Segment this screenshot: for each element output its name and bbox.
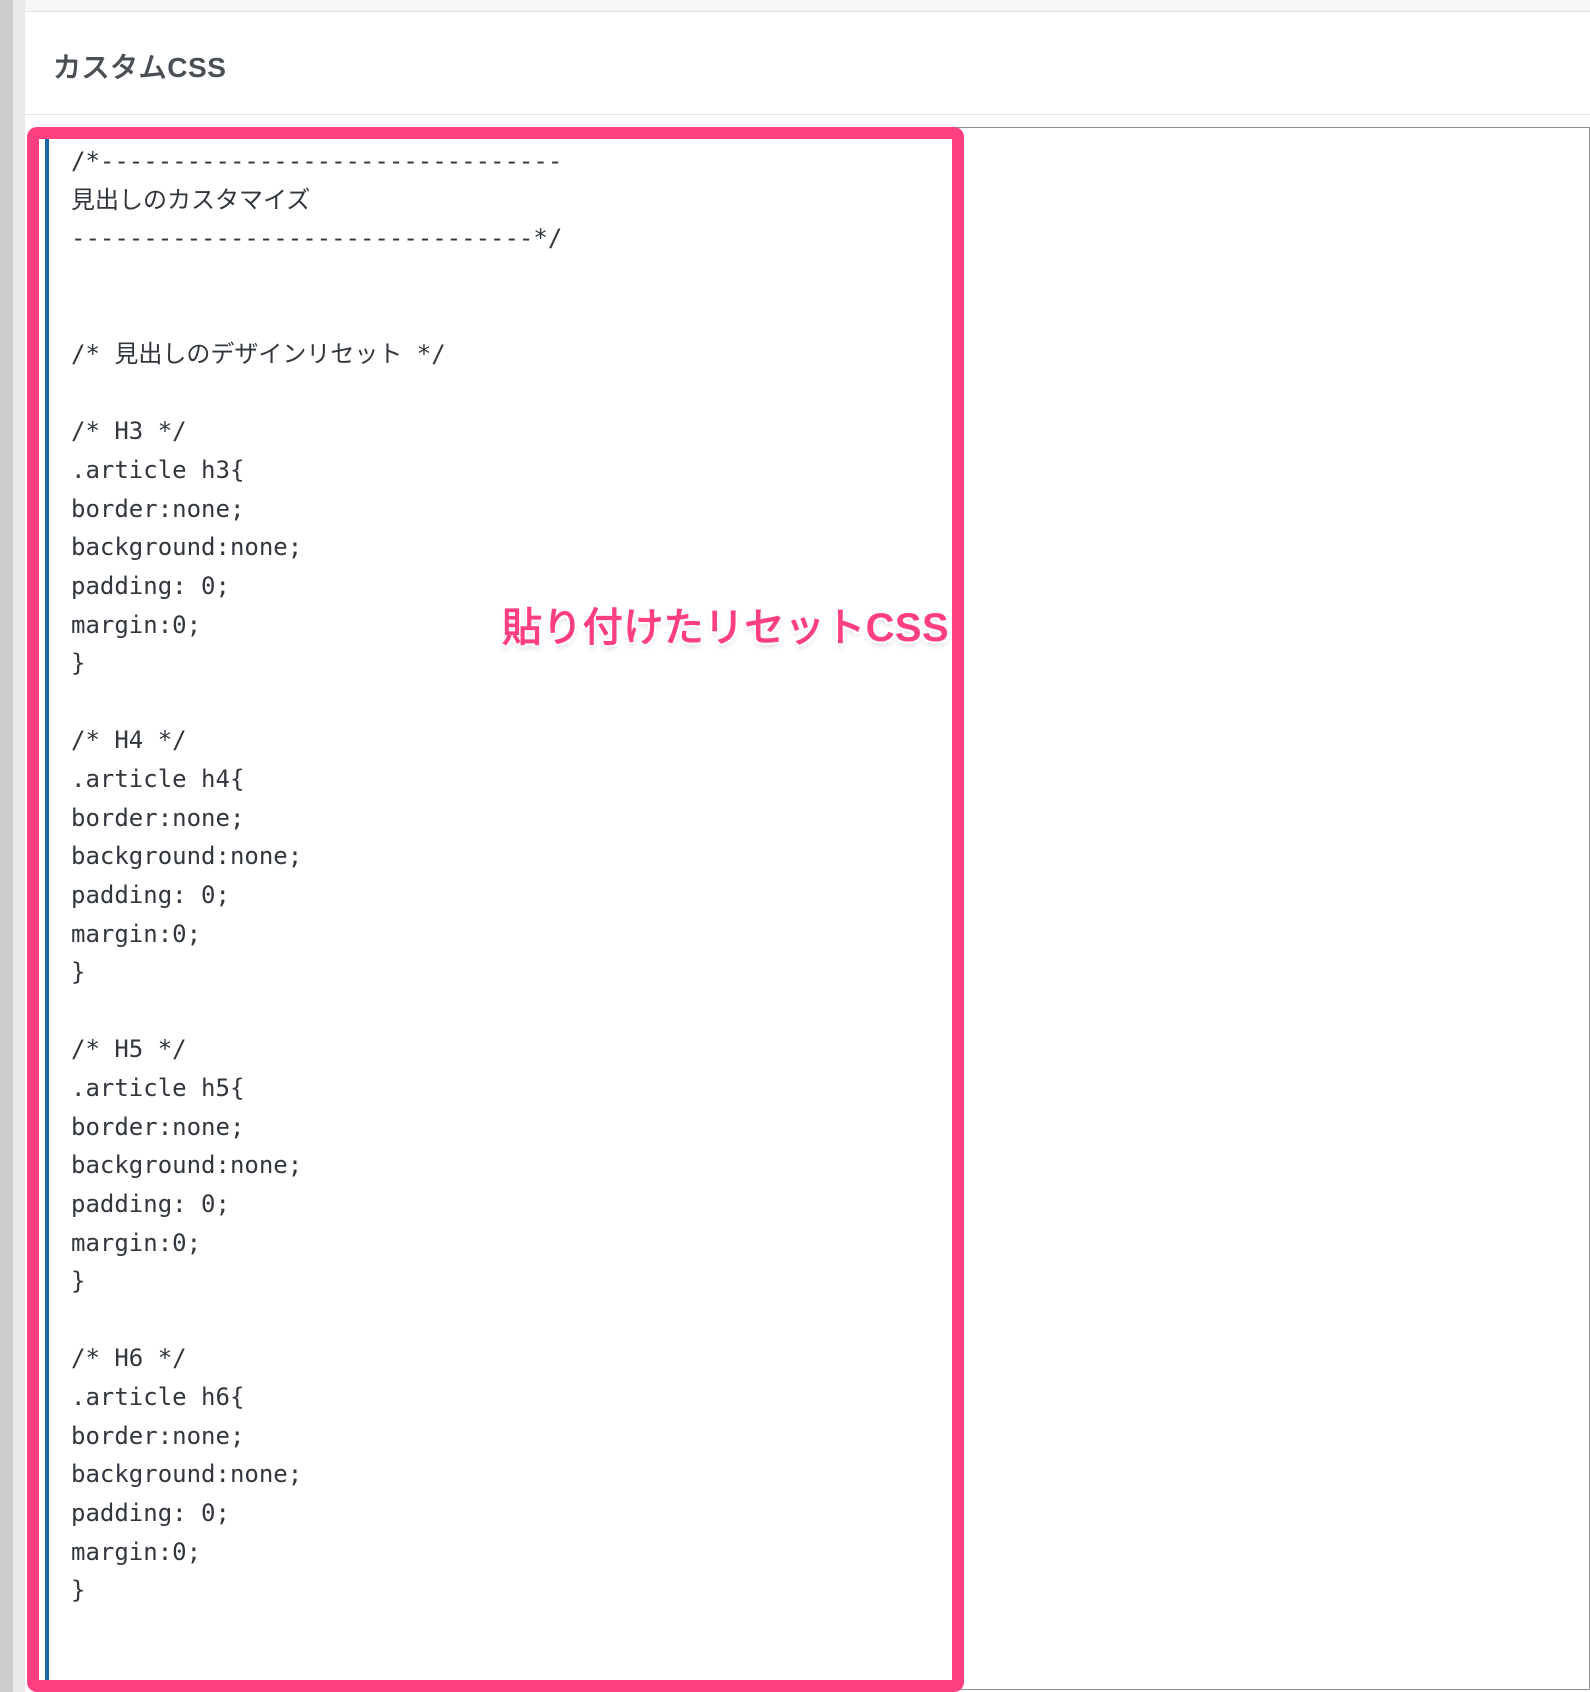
section-header: カスタムCSS — [25, 12, 1590, 115]
admin-left-gutter-inner — [13, 0, 25, 1692]
admin-left-gutter — [0, 0, 25, 1692]
editor-wrap: 貼り付けたリセットCSS — [45, 127, 1590, 1690]
page-container: カスタムCSS 貼り付けたリセットCSS — [25, 0, 1590, 1692]
top-divider — [25, 0, 1590, 12]
section-title: カスタムCSS — [53, 52, 227, 83]
custom-css-editor[interactable] — [45, 127, 1590, 1690]
